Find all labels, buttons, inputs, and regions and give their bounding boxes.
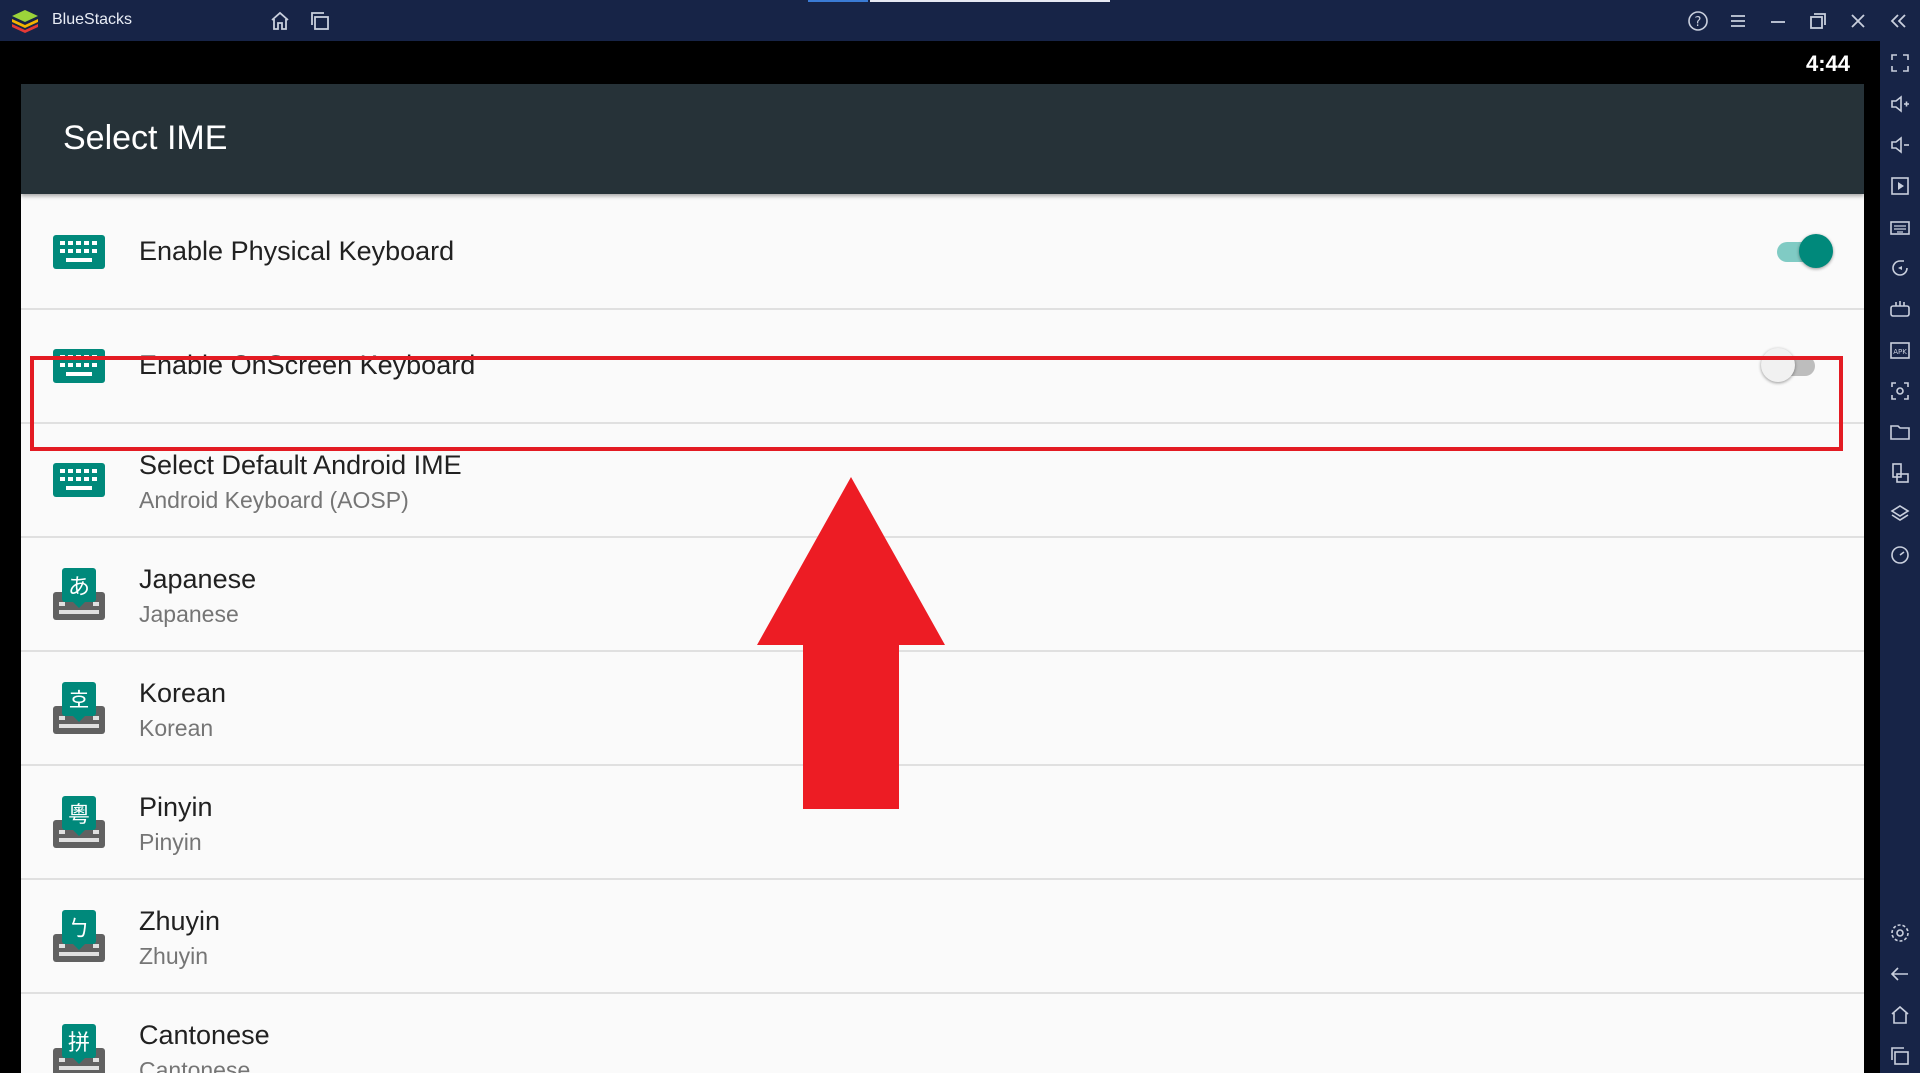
setting-enable-physical-keyboard[interactable]: Enable Physical Keyboard — [21, 196, 1864, 310]
settings-icon[interactable] — [1888, 921, 1912, 945]
gamepad-icon[interactable] — [1888, 297, 1912, 321]
setting-label: Select Default Android IME — [139, 450, 462, 480]
setting-summary: Japanese — [139, 601, 239, 627]
page-title: Select IME — [63, 119, 228, 157]
tab-indicator — [870, 0, 1110, 2]
volume-up-icon[interactable] — [1888, 92, 1912, 116]
japanese-ime-icon: あ — [53, 568, 105, 620]
setting-label: Korean — [139, 678, 227, 708]
setting-summary: Korean — [139, 715, 214, 741]
keyboard-icon — [53, 235, 105, 269]
physical-keyboard-toggle[interactable] — [1775, 230, 1835, 270]
status-bar: 4:44 — [0, 41, 1880, 83]
onscreen-keyboard-toggle[interactable] — [1761, 344, 1821, 384]
pinyin-ime-icon: 粵 — [53, 796, 105, 848]
setting-enable-onscreen-keyboard[interactable]: Enable OnScreen Keyboard — [21, 310, 1864, 424]
setting-label: Japanese — [139, 564, 257, 594]
setting-summary: Pinyin — [139, 829, 202, 855]
svg-text:?: ? — [1695, 15, 1702, 30]
setting-zhuyin[interactable]: ㄅ Zhuyin Zhuyin — [21, 880, 1864, 994]
menu-icon[interactable] — [1726, 9, 1750, 33]
collapse-sidebar-icon[interactable] — [1886, 9, 1910, 33]
fullscreen-icon[interactable] — [1888, 51, 1912, 75]
tab-indicator — [808, 0, 868, 2]
multi-instance-icon[interactable] — [1888, 461, 1912, 485]
bluestacks-logo — [12, 10, 38, 33]
zhuyin-ime-icon: ㄅ — [53, 910, 105, 962]
media-icon[interactable] — [1888, 174, 1912, 198]
title-bar: BlueStacks ? — [0, 0, 1920, 41]
ime-settings-list: Enable Physical Keyboard Enable OnScreen — [21, 196, 1864, 1073]
back-icon[interactable] — [1888, 962, 1912, 986]
setting-japanese[interactable]: あ Japanese Japanese — [21, 538, 1864, 652]
settings-screen: Select IME Enable Physical Keyboard Enab… — [21, 84, 1864, 1073]
svg-text:あ: あ — [68, 575, 90, 600]
keyboard-icon — [53, 463, 105, 497]
recent-apps-icon[interactable] — [1888, 1044, 1912, 1068]
volume-down-icon[interactable] — [1888, 133, 1912, 157]
setting-summary: Cantonese — [139, 1057, 251, 1073]
home-icon[interactable] — [268, 9, 292, 33]
setting-label: Cantonese — [139, 1020, 270, 1050]
apk-icon[interactable]: APK — [1888, 338, 1912, 362]
restore-icon[interactable] — [1806, 9, 1830, 33]
folder-icon[interactable] — [1888, 420, 1912, 444]
setting-summary: Android Keyboard (AOSP) — [139, 487, 409, 513]
cantonese-ime-icon: 拼 — [53, 1024, 105, 1073]
rotate-icon[interactable] — [1888, 256, 1912, 280]
multi-instance-icon[interactable] — [308, 9, 332, 33]
setting-cantonese[interactable]: 拼 Cantonese Cantonese — [21, 994, 1864, 1073]
setting-select-default-ime[interactable]: Select Default Android IME Android Keybo… — [21, 424, 1864, 538]
eco-mode-icon[interactable] — [1888, 543, 1912, 567]
android-display: 4:44 Select IME Enable Physical Keyboard — [0, 41, 1880, 1073]
setting-label: Pinyin — [139, 792, 213, 822]
app-bar: Select IME — [21, 84, 1864, 194]
app-title: BlueStacks — [52, 11, 133, 28]
emulator-sidebar: APK — [1880, 41, 1920, 1073]
status-clock: 4:44 — [1805, 51, 1850, 76]
setting-pinyin[interactable]: 粵 Pinyin Pinyin — [21, 766, 1864, 880]
setting-label: Enable OnScreen Keyboard — [139, 350, 476, 380]
layers-icon[interactable] — [1888, 502, 1912, 526]
korean-ime-icon: 호 — [53, 682, 105, 734]
keyboard-icon — [53, 349, 105, 383]
keyboard-icon[interactable] — [1888, 215, 1912, 239]
screenshot-icon[interactable] — [1888, 379, 1912, 403]
setting-summary: Zhuyin — [139, 943, 209, 969]
minimize-icon[interactable] — [1766, 9, 1790, 33]
setting-label: Zhuyin — [139, 906, 221, 936]
svg-text:ㄅ: ㄅ — [68, 917, 90, 942]
close-icon[interactable] — [1846, 9, 1870, 33]
svg-text:粵: 粵 — [68, 803, 90, 828]
svg-text:APK: APK — [1893, 348, 1907, 356]
svg-text:호: 호 — [69, 689, 89, 714]
setting-label: Enable Physical Keyboard — [139, 236, 455, 266]
setting-korean[interactable]: 호 Korean Korean — [21, 652, 1864, 766]
svg-text:拼: 拼 — [68, 1031, 90, 1056]
home-icon[interactable] — [1888, 1003, 1912, 1027]
help-icon[interactable]: ? — [1686, 9, 1710, 33]
